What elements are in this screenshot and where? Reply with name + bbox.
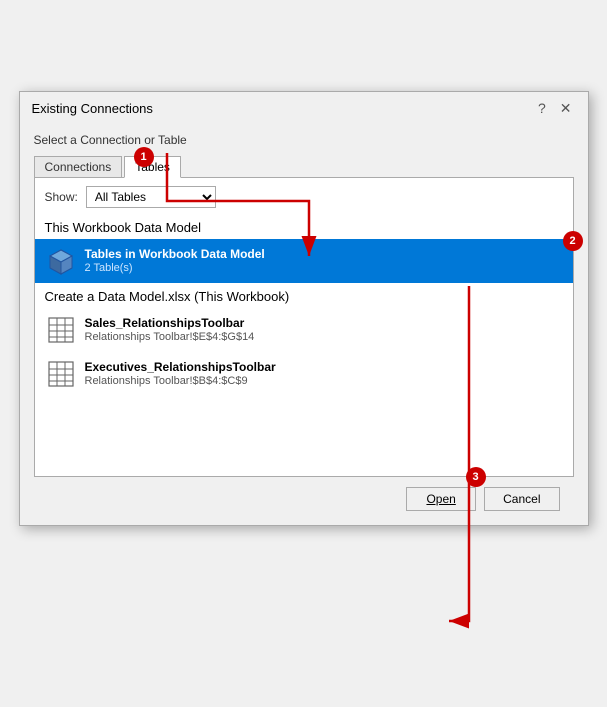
titlebar: Existing Connections ? ✕ [20, 92, 588, 123]
tabs-row: Connections Tables 1 [34, 155, 574, 177]
table-icon-executives [45, 358, 77, 390]
annotation-3: 3 [466, 467, 486, 487]
item-subtitle-workbook-model: 2 Table(s) [85, 262, 265, 274]
cube-icon [45, 245, 77, 277]
open-button[interactable]: Open [406, 487, 476, 511]
item-title-workbook-model: Tables in Workbook Data Model [85, 247, 265, 261]
list-item-sales[interactable]: Sales_RelationshipsToolbar Relationships… [35, 308, 573, 352]
show-label: Show: [45, 190, 78, 204]
item-title-sales: Sales_RelationshipsToolbar [85, 316, 255, 330]
table-icon-sales [45, 314, 77, 346]
annotation-1: 1 [134, 147, 154, 167]
existing-connections-dialog: Existing Connections ? ✕ Select a Connec… [19, 91, 589, 526]
section-label: Select a Connection or Table [34, 133, 574, 147]
annotation-2: 2 [563, 231, 583, 251]
close-icon[interactable]: ✕ [556, 100, 576, 117]
button-row: 3 Open Cancel [34, 477, 574, 511]
titlebar-icons: ? ✕ [534, 100, 576, 117]
item-text-workbook-model: Tables in Workbook Data Model 2 Table(s) [85, 247, 265, 274]
list-item-executives[interactable]: Executives_RelationshipsToolbar Relation… [35, 352, 573, 396]
group-header-1: This Workbook Data Model [35, 216, 573, 239]
item-title-executives: Executives_RelationshipsToolbar [85, 360, 276, 374]
group-header-2: Create a Data Model.xlsx (This Workbook) [35, 283, 573, 308]
show-row: Show: All Tables [35, 186, 573, 216]
dialog-title: Existing Connections [32, 101, 153, 116]
content-area: Show: All Tables This Workbook Data Mode… [34, 177, 574, 477]
help-icon[interactable]: ? [534, 100, 550, 116]
cancel-button[interactable]: Cancel [484, 487, 559, 511]
item-subtitle-executives: Relationships Toolbar!$B$4:$C$9 [85, 375, 276, 387]
list-item-workbook-model[interactable]: Tables in Workbook Data Model 2 Table(s) [35, 239, 573, 283]
item-text-sales: Sales_RelationshipsToolbar Relationships… [85, 316, 255, 343]
item-subtitle-sales: Relationships Toolbar!$E$4:$G$14 [85, 331, 255, 343]
dialog-body: Select a Connection or Table Connections… [20, 123, 588, 525]
item-text-executives: Executives_RelationshipsToolbar Relation… [85, 360, 276, 387]
show-select[interactable]: All Tables [86, 186, 216, 208]
connections-tab-label: Connections [34, 156, 123, 178]
